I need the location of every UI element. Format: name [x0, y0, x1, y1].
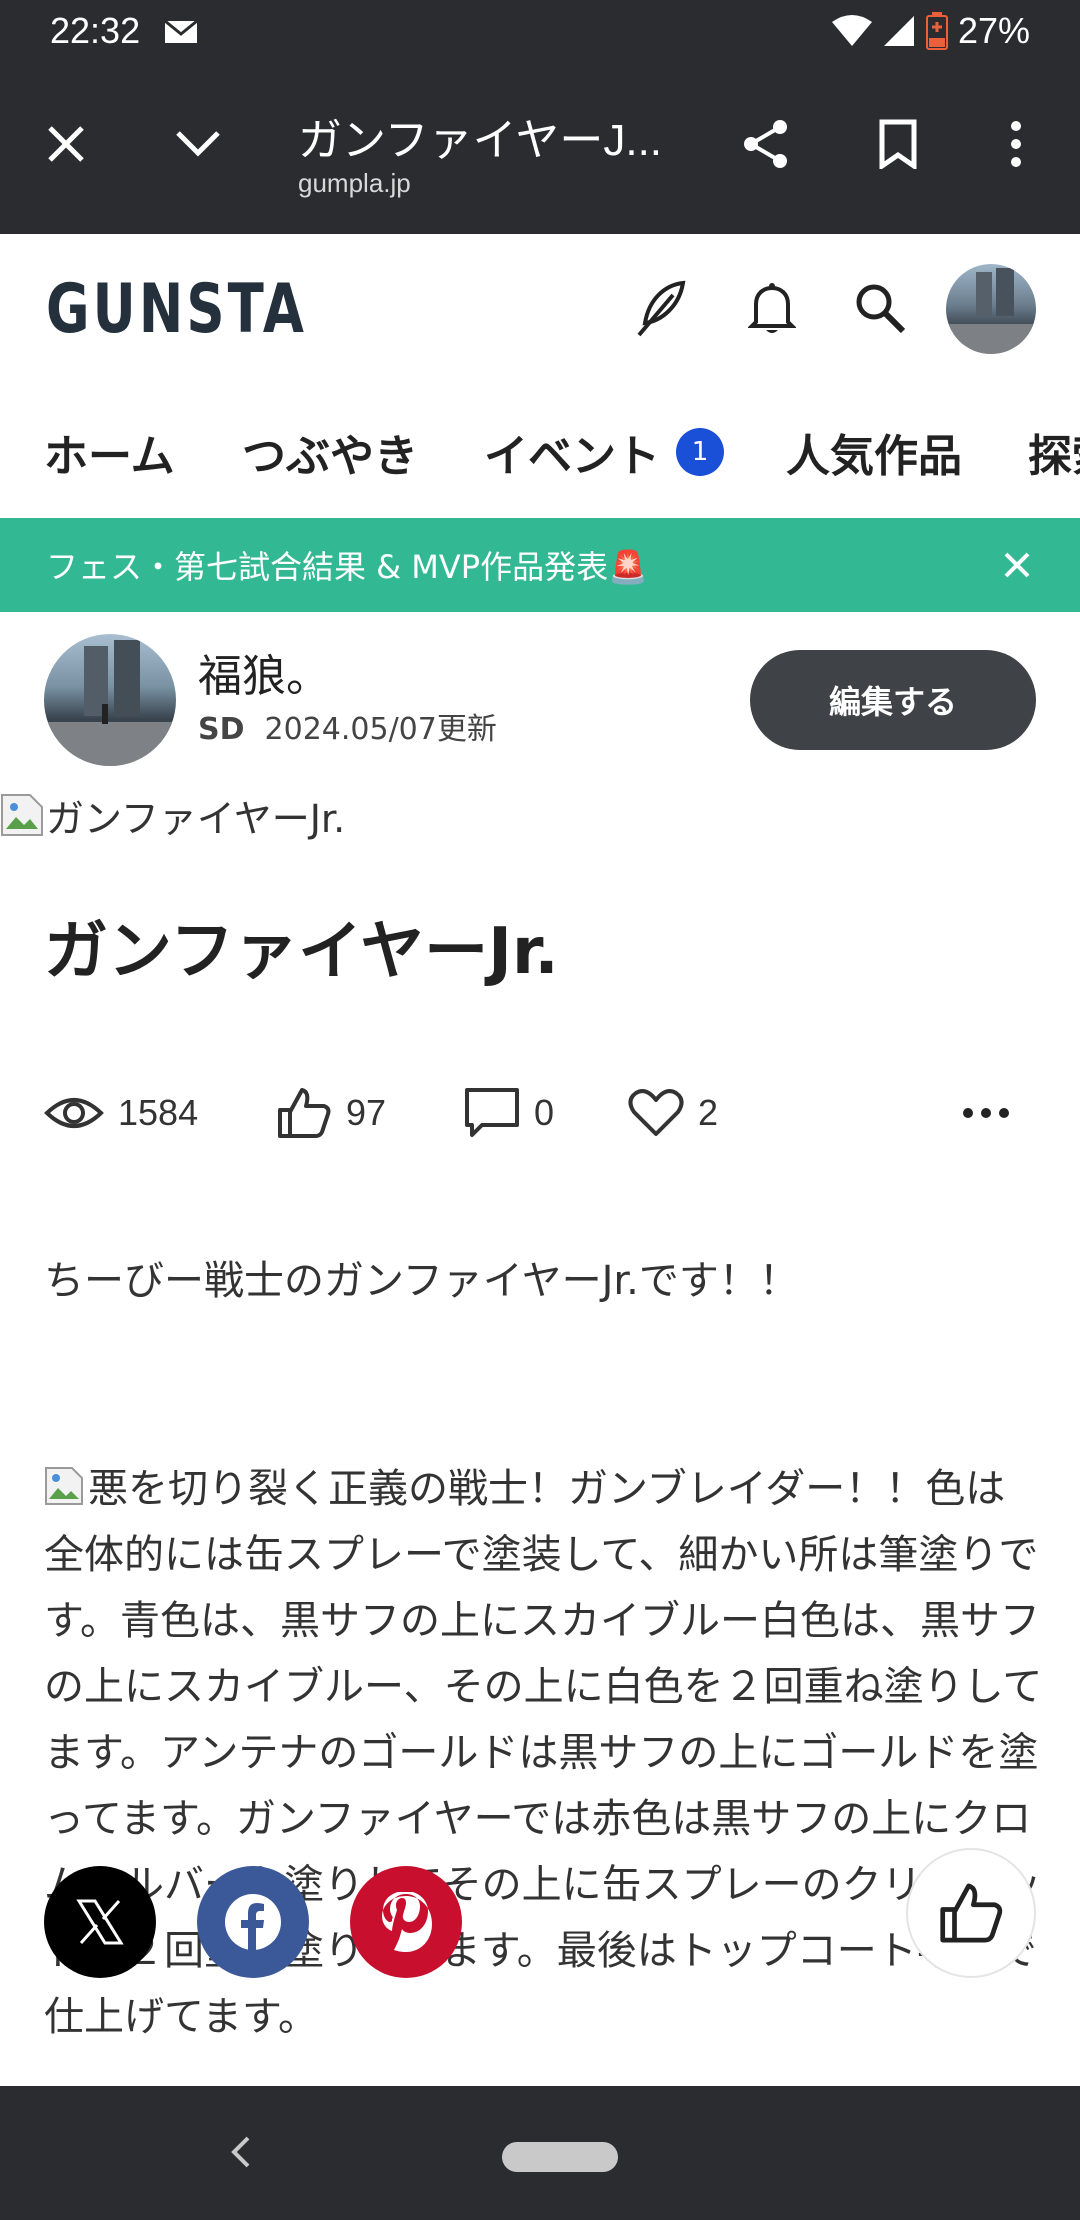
post-lead: ちーびー戦士のガンファイヤーJr.です！！ [44, 1258, 799, 1304]
post-title: ガンファイヤーJr. [44, 915, 559, 989]
nav-item-label: 人気作品 [786, 431, 962, 482]
post-stats: 1584 97 0 2 [44, 1078, 1044, 1148]
site-header: GUNSTA [0, 234, 1080, 384]
views-count: 1584 [118, 1092, 199, 1133]
signal-icon [883, 16, 914, 46]
chevron-down-icon[interactable] [162, 108, 234, 180]
page-domain[interactable]: gumpla.jp [298, 168, 411, 199]
more-horiz-icon[interactable] [962, 1078, 1024, 1148]
heart-icon [628, 1089, 684, 1136]
status-time: 22:32 [50, 10, 141, 51]
event-count-badge: 1 [676, 428, 724, 476]
nav-item-popular[interactable]: 人気作品 [786, 420, 962, 484]
share-facebook-button[interactable] [197, 1866, 309, 1978]
back-icon[interactable] [222, 2132, 262, 2172]
nav-item-label: ホーム [44, 431, 175, 482]
bell-icon[interactable] [732, 268, 812, 348]
x-logo-icon [76, 1899, 124, 1945]
edit-button[interactable]: 編集する [750, 650, 1036, 750]
eye-icon [44, 1098, 104, 1128]
browser-toolbar: ガンファイヤーJ... gumpla.jp [0, 64, 1080, 234]
pinterest-icon [382, 1892, 432, 1952]
post-body-text: 悪を切り裂く正義の戦士！ガンブレイダー！！色は全体的には缶スプレーで塗装して、細… [44, 1466, 1043, 2040]
updated-date: 2024.05/07更新 [264, 712, 497, 747]
facebook-icon [225, 1894, 281, 1950]
status-right: 27% [831, 10, 1030, 52]
home-pill[interactable] [502, 2142, 618, 2172]
system-nav-bar [0, 2086, 1080, 2220]
likes-stat[interactable]: 97 [276, 1078, 386, 1148]
author-name[interactable]: 福狼。 [198, 640, 330, 704]
nav-item-events[interactable]: イベント 1 [484, 420, 724, 484]
comment-icon [465, 1088, 519, 1137]
favorites-count: 2 [698, 1092, 719, 1133]
comments-stat[interactable]: 0 [464, 1078, 554, 1148]
search-icon[interactable] [840, 268, 920, 348]
main-nav: ホーム つぶやき イベント 1 人気作品 探索 [0, 384, 1080, 518]
banner-text[interactable]: フェス・第七試合結果 & MVP作品発表🚨 [46, 542, 648, 588]
nav-item-explore[interactable]: 探索 [1028, 420, 1080, 484]
user-avatar[interactable] [946, 264, 1036, 354]
likes-count: 97 [346, 1092, 387, 1133]
thumbs-up-icon [940, 1883, 1003, 1943]
author-avatar[interactable] [44, 634, 176, 766]
nav-item-label: つぶやき [242, 431, 418, 482]
more-vert-icon[interactable] [980, 108, 1052, 180]
broken-image-icon [1, 794, 43, 836]
bookmark-icon[interactable] [862, 108, 934, 180]
share-pinterest-button[interactable] [350, 1866, 462, 1978]
post-image[interactable]: ガンファイヤーJr. [0, 790, 346, 841]
close-icon[interactable] [994, 542, 1040, 588]
author-meta: SD 2024.05/07更新 [198, 704, 497, 748]
battery-percent: 27% [957, 10, 1030, 51]
announcement-banner[interactable]: フェス・第七試合結果 & MVP作品発表🚨 [0, 518, 1080, 612]
category-tag[interactable]: SD [198, 712, 245, 747]
share-icon[interactable] [730, 108, 802, 180]
broken-image-icon [45, 1467, 83, 1505]
battery-icon [925, 12, 948, 50]
nav-item-label: イベント [484, 431, 660, 482]
nav-item-tweets[interactable]: つぶやき [242, 420, 418, 484]
status-bar: 22:32 27% [0, 0, 1080, 64]
nav-item-home[interactable]: ホーム [44, 420, 175, 484]
share-x-button[interactable] [44, 1866, 156, 1978]
comments-count: 0 [534, 1092, 555, 1133]
floating-like-button[interactable] [906, 1848, 1036, 1978]
favorites-stat[interactable]: 2 [628, 1078, 718, 1148]
site-logo[interactable]: GUNSTA [46, 270, 307, 349]
close-icon[interactable] [30, 108, 102, 180]
mail-icon [164, 20, 198, 43]
thumbs-up-icon [278, 1088, 331, 1138]
nav-item-label: 探索 [1028, 431, 1080, 482]
page-title-tab[interactable]: ガンファイヤーJ... [298, 104, 662, 168]
wifi-icon [831, 15, 872, 46]
feather-icon[interactable] [622, 268, 702, 348]
post-image-alt: ガンファイヤーJr. [46, 796, 346, 841]
views-stat: 1584 [44, 1078, 198, 1148]
post-body: 悪を切り裂く正義の戦士！ガンブレイダー！！色は全体的には缶スプレーで塗装して、細… [44, 1456, 1044, 2050]
